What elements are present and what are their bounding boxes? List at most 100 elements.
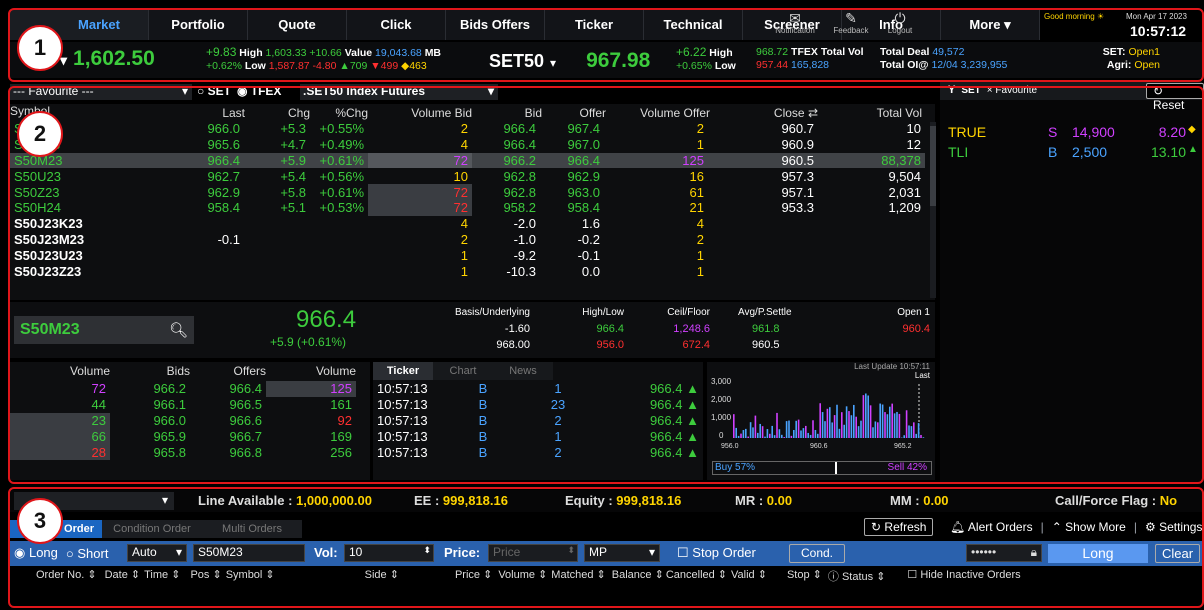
favourite-chip[interactable]: × Favourite: [987, 85, 1037, 96]
feedback-button[interactable]: ✎ Feedback: [827, 10, 875, 40]
watch-symbol[interactable]: TLI: [948, 144, 1048, 164]
watch-symbol[interactable]: TRUE: [948, 124, 1048, 144]
col-last[interactable]: Last: [190, 106, 245, 120]
tab-click[interactable]: Click: [347, 10, 446, 40]
row-bid[interactable]: -1.0: [472, 232, 540, 248]
row-bid[interactable]: 966.2: [472, 153, 540, 169]
row-bid[interactable]: 966.4: [472, 121, 540, 137]
table-row[interactable]: S50Z23 962.9 +5.8 +0.61% 72 962.8 963.0 61 957.1…: [10, 184, 925, 200]
table-row[interactable]: S50U23 962.7 +5.4 +0.56% 10 962.8 962.9 16 957.3…: [10, 168, 925, 184]
col-volume-offer[interactable]: Volume Offer: [628, 106, 710, 120]
table-row[interactable]: S50H24 958.4 +5.1 +0.53% 72 958.2 958.4 21 953.3…: [10, 199, 925, 216]
row-bid[interactable]: 962.8: [472, 184, 540, 200]
table-row[interactable]: S50J23K23 4 -2.0 1.6 4: [10, 216, 925, 232]
depth-offer[interactable]: 966.8: [190, 444, 266, 460]
depth-offer[interactable]: 966.5: [190, 397, 266, 413]
favourite-select[interactable]: --- Favourite --- ▾: [10, 84, 192, 100]
tab-quote[interactable]: Quote: [248, 10, 347, 40]
row-bid[interactable]: -9.2: [472, 247, 540, 263]
radio-short[interactable]: ○ Short: [66, 546, 109, 561]
col-status[interactable]: ⓘ Status ⇕: [828, 568, 886, 584]
row-symbol[interactable]: S50J23Z23: [10, 263, 140, 279]
col-pct[interactable]: %Chg: [318, 106, 368, 120]
settings-button[interactable]: ⚙ Settings: [1145, 520, 1202, 534]
tab-more[interactable]: More ▾: [941, 10, 1040, 40]
col-balance[interactable]: Balance ⇕: [612, 568, 664, 584]
col-symbol[interactable]: Symbol ⇕: [226, 568, 275, 584]
row-offer[interactable]: 962.9: [540, 168, 604, 184]
table-row[interactable]: S50J23M23 -0.1 2 -1.0 -0.2 2: [10, 232, 925, 248]
tab-technical[interactable]: Technical: [644, 10, 743, 40]
symbol-search[interactable]: S50M23 🔍︎: [14, 316, 194, 344]
row-bid[interactable]: 966.4: [472, 137, 540, 153]
tab-portfolio[interactable]: Portfolio: [149, 10, 248, 40]
col-date[interactable]: Date ⇕: [105, 568, 141, 584]
table-row-selected[interactable]: S50M23 966.4 +5.9 +0.61% 72 966.2 966.4 125 960.…: [10, 152, 925, 169]
col-close[interactable]: Close ⇄: [764, 106, 818, 120]
col-stop[interactable]: Stop ⇕: [787, 568, 822, 584]
col-bid[interactable]: Bid: [492, 106, 542, 120]
row-symbol[interactable]: S50M23: [10, 153, 140, 169]
depth-offer[interactable]: 966.4: [190, 381, 266, 397]
row-offer[interactable]: 958.4: [540, 200, 604, 216]
tab-news[interactable]: News: [493, 362, 553, 380]
row-offer[interactable]: -0.1: [540, 247, 604, 263]
watch-row[interactable]: TLI B 2,500 13.10 ▲: [948, 144, 1202, 164]
depth-bid[interactable]: 966.1: [110, 397, 190, 413]
table-row[interactable]: S50J23966.0+5.3+0.55%2966.4967.42960.710: [10, 121, 925, 137]
scrollbar-thumb[interactable]: [930, 126, 936, 206]
depth-offer[interactable]: 966.6: [190, 413, 266, 429]
alert-orders-button[interactable]: 🔔︎ Alert Orders: [950, 520, 1033, 534]
row-offer[interactable]: 966.4: [540, 153, 604, 169]
row-symbol[interactable]: S50H24: [10, 200, 140, 216]
row-offer[interactable]: 963.0: [540, 184, 604, 200]
row-symbol[interactable]: S50U23: [10, 168, 140, 184]
tab-chart[interactable]: Chart: [433, 362, 493, 380]
condition-button[interactable]: Cond.: [789, 544, 845, 563]
volume-input[interactable]: 10 ⬍: [344, 544, 434, 562]
radio-set[interactable]: ○ SET: [197, 84, 231, 98]
col-total-vol[interactable]: Total Vol: [852, 106, 922, 120]
depth-offer[interactable]: 966.7: [190, 428, 266, 444]
row-symbol[interactable]: S50J23M23: [10, 232, 140, 248]
notification-button[interactable]: ✉ Notification: [770, 10, 820, 40]
symbol-input[interactable]: S50M23: [193, 544, 305, 562]
market-select[interactable]: .SET50 Index Futures ▾: [300, 84, 498, 100]
depth-row[interactable]: 66 965.9 966.7 169: [10, 428, 356, 445]
row-symbol[interactable]: S50J23U23: [10, 247, 140, 263]
row-offer[interactable]: 967.4: [540, 121, 604, 137]
tab-ticker[interactable]: Ticker: [373, 362, 433, 380]
table-row[interactable]: S50K23965.6+4.7+0.49%4966.4967.01960.912: [10, 137, 925, 153]
tab-bids-offers[interactable]: Bids Offers: [446, 10, 545, 40]
col-matched[interactable]: Matched ⇕: [551, 568, 605, 584]
depth-bid[interactable]: 966.0: [110, 413, 190, 429]
depth-row[interactable]: 44 966.1 966.5 161: [10, 397, 356, 413]
tab-ticker[interactable]: Ticker: [545, 10, 644, 40]
reset-button[interactable]: ↻ Reset: [1146, 83, 1204, 112]
row-bid[interactable]: 958.2: [472, 200, 540, 216]
col-price[interactable]: Price ⇕: [455, 568, 492, 584]
price-type-select[interactable]: MP ▾: [584, 544, 660, 562]
tab-condition-order[interactable]: Condition Order: [102, 520, 202, 538]
position-select[interactable]: Auto ▾: [127, 544, 187, 562]
tab-multi-orders[interactable]: Multi Orders: [202, 520, 302, 538]
depth-bid[interactable]: 965.8: [110, 444, 190, 460]
depth-row[interactable]: 28 965.8 966.8 256: [10, 444, 356, 460]
col-valid[interactable]: Valid ⇕: [731, 568, 767, 584]
refresh-button[interactable]: ↻ Refresh: [864, 518, 934, 536]
row-offer[interactable]: 1.6: [540, 216, 604, 232]
search-icon[interactable]: 🔍︎: [169, 321, 188, 339]
hide-inactive-checkbox[interactable]: ☐ Hide Inactive Orders: [907, 568, 1020, 584]
price-input[interactable]: Price ⬍: [488, 544, 578, 562]
set50-index-name[interactable]: SET50: [489, 51, 544, 72]
row-symbol[interactable]: S50Z23: [10, 184, 140, 200]
col-volume-bid[interactable]: Volume Bid: [400, 106, 472, 120]
col-offer[interactable]: Offer: [556, 106, 606, 120]
depth-bid[interactable]: 966.2: [110, 381, 190, 397]
logout-button[interactable]: ⏻ Logout: [880, 10, 920, 40]
stepper-icon[interactable]: ⬍: [567, 545, 575, 556]
depth-row[interactable]: 23 966.0 966.6 92: [10, 412, 356, 429]
col-time[interactable]: Time ⇕: [144, 568, 180, 584]
col-cancelled[interactable]: Cancelled ⇕: [666, 568, 727, 584]
radio-tfex[interactable]: ◉ TFEX: [237, 84, 281, 98]
